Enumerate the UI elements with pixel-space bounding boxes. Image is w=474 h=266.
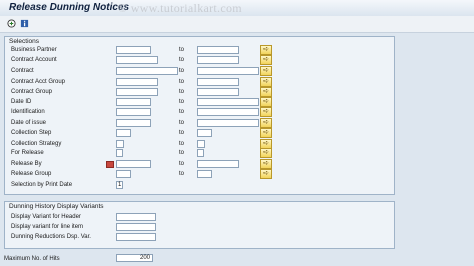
- date-of-issue-to-label: to: [179, 120, 185, 126]
- date-id-to-field[interactable]: [197, 98, 259, 106]
- execute-icon[interactable]: [6, 18, 16, 28]
- header-variant-field[interactable]: [116, 213, 156, 221]
- line-item-variant-label: Display variant for line item: [11, 224, 84, 230]
- date-of-issue-multiple-selection-button[interactable]: ➪: [260, 118, 272, 128]
- contract-acct-group-from-field[interactable]: [116, 78, 158, 86]
- collection-strategy-to-label: to: [179, 141, 185, 147]
- release-by-from-field[interactable]: [116, 160, 151, 168]
- business-partner-label: Business Partner: [11, 47, 57, 53]
- contract-acct-group-label: Contract Acct Group: [11, 79, 66, 85]
- date-id-to-label: to: [179, 99, 185, 105]
- contract-acct-group-to-label: to: [179, 79, 185, 85]
- collection-step-to-label: to: [179, 130, 185, 136]
- info-icon[interactable]: [19, 18, 29, 28]
- required-marker-icon: [106, 161, 114, 168]
- contract-group-from-field[interactable]: [116, 88, 158, 96]
- for-release-multiple-selection-button[interactable]: ➪: [260, 148, 272, 158]
- identification-multiple-selection-button[interactable]: ➪: [260, 107, 272, 117]
- date-of-issue-label: Date of issue: [11, 120, 47, 126]
- contract-multiple-selection-button[interactable]: ➪: [260, 66, 272, 76]
- release-by-to-label: to: [179, 161, 185, 167]
- for-release-label: For Release: [11, 150, 44, 156]
- date-id-multiple-selection-button[interactable]: ➪: [260, 97, 272, 107]
- date-of-issue-to-field[interactable]: [197, 119, 259, 127]
- contract-group-multiple-selection-button[interactable]: ➪: [260, 87, 272, 97]
- identification-to-field[interactable]: [197, 108, 259, 116]
- print-date-label: Selection by Print Date: [11, 182, 73, 188]
- business-partner-from-field[interactable]: [116, 46, 151, 54]
- release-group-label: Release Group: [11, 171, 52, 177]
- max-hits-label: Maximum No. of Hits: [4, 256, 60, 262]
- application-toolbar: [0, 16, 474, 33]
- contract-account-label: Contract Account: [11, 57, 57, 63]
- reductions-variant-label: Dunning Reductions Dsp. Var.: [11, 234, 91, 240]
- title-bar: Release Dunning Notices © www.tutorialka…: [0, 0, 474, 17]
- release-group-to-label: to: [179, 171, 185, 177]
- contract-account-to-label: to: [179, 57, 185, 63]
- release-group-from-field[interactable]: [116, 170, 131, 178]
- release-by-to-field[interactable]: [197, 160, 239, 168]
- date-id-from-field[interactable]: [116, 98, 151, 106]
- max-hits-field[interactable]: 200: [116, 254, 153, 262]
- contract-to-label: to: [179, 68, 185, 74]
- business-partner-to-label: to: [179, 47, 185, 53]
- business-partner-multiple-selection-button[interactable]: ➪: [260, 45, 272, 55]
- collection-step-label: Collection Step: [11, 130, 52, 136]
- contract-group-to-field[interactable]: [197, 88, 239, 96]
- contract-account-from-field[interactable]: [116, 56, 158, 64]
- display-variants-title: Dunning History Display Variants: [9, 203, 104, 210]
- watermark: © www.tutorialkart.com: [118, 1, 242, 15]
- collection-step-multiple-selection-button[interactable]: ➪: [260, 128, 272, 138]
- identification-to-label: to: [179, 109, 185, 115]
- contract-account-to-field[interactable]: [197, 56, 239, 64]
- contract-acct-group-to-field[interactable]: [197, 78, 239, 86]
- release-by-multiple-selection-button[interactable]: ➪: [260, 159, 272, 169]
- contract-label: Contract: [11, 68, 34, 74]
- release-group-multiple-selection-button[interactable]: ➪: [260, 169, 272, 179]
- for-release-from-field[interactable]: [116, 149, 123, 157]
- identification-from-field[interactable]: [116, 108, 151, 116]
- collection-strategy-label: Collection Strategy: [11, 141, 62, 147]
- date-of-issue-from-field[interactable]: [116, 119, 151, 127]
- date-id-label: Date ID: [11, 99, 32, 105]
- selections-title: Selections: [9, 38, 39, 45]
- collection-step-to-field[interactable]: [197, 129, 212, 137]
- for-release-to-label: to: [179, 150, 185, 156]
- page-title: Release Dunning Notices: [9, 2, 130, 13]
- collection-step-from-field[interactable]: [116, 129, 131, 137]
- print-date-checkbox[interactable]: 1: [116, 181, 123, 189]
- contract-acct-group-multiple-selection-button[interactable]: ➪: [260, 77, 272, 87]
- for-release-to-field[interactable]: [197, 149, 204, 157]
- release-group-to-field[interactable]: [197, 170, 212, 178]
- line-item-variant-field[interactable]: [116, 223, 156, 231]
- contract-group-to-label: to: [179, 89, 185, 95]
- release-by-label: Release By: [11, 161, 42, 167]
- contract-account-multiple-selection-button[interactable]: ➪: [260, 55, 272, 65]
- contract-from-field[interactable]: [116, 67, 178, 75]
- business-partner-to-field[interactable]: [197, 46, 239, 54]
- collection-strategy-to-field[interactable]: [197, 140, 205, 148]
- contract-group-label: Contract Group: [11, 89, 53, 95]
- collection-strategy-from-field[interactable]: [116, 140, 124, 148]
- reductions-variant-field[interactable]: [116, 233, 156, 241]
- header-variant-label: Display Variant for Header: [11, 214, 81, 220]
- contract-to-field[interactable]: [197, 67, 259, 75]
- identification-label: Identification: [11, 109, 45, 115]
